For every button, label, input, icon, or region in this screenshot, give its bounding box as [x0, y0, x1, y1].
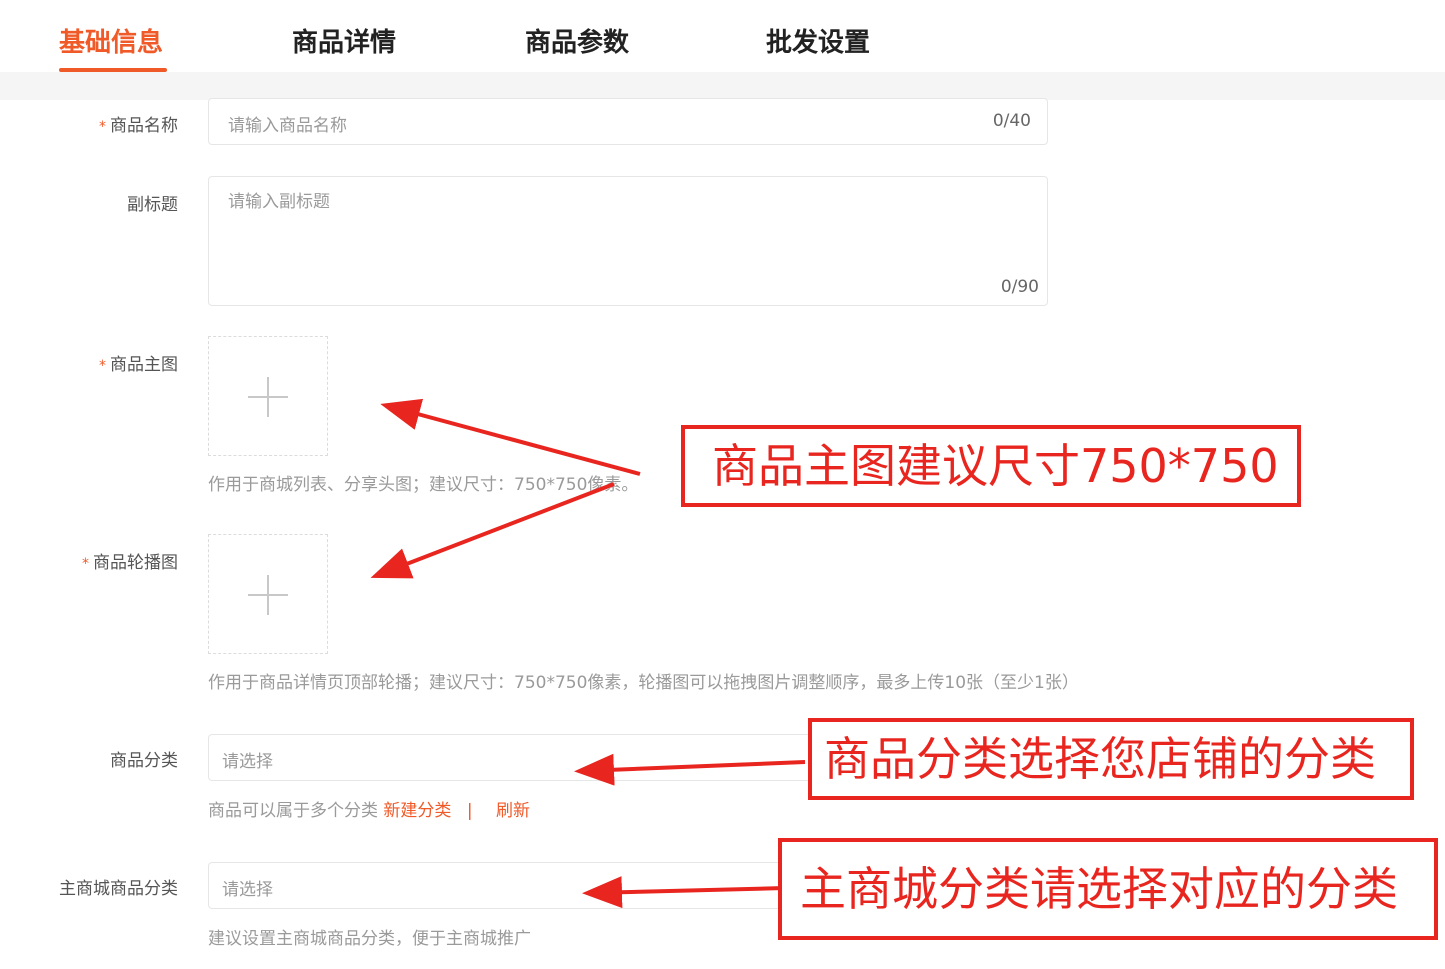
- arrow-to-carousel: [370, 482, 615, 579]
- annotation-mall-category: 主商城分类请选择对应的分类: [778, 838, 1438, 940]
- arrow-to-main-image: [380, 398, 641, 476]
- annotation-category: 商品分类选择您店铺的分类: [808, 718, 1414, 800]
- arrow-to-mall-category: [582, 876, 786, 909]
- annotation-main-image-size: 商品主图建议尺寸750*750: [681, 425, 1301, 507]
- arrow-to-category: [574, 753, 806, 786]
